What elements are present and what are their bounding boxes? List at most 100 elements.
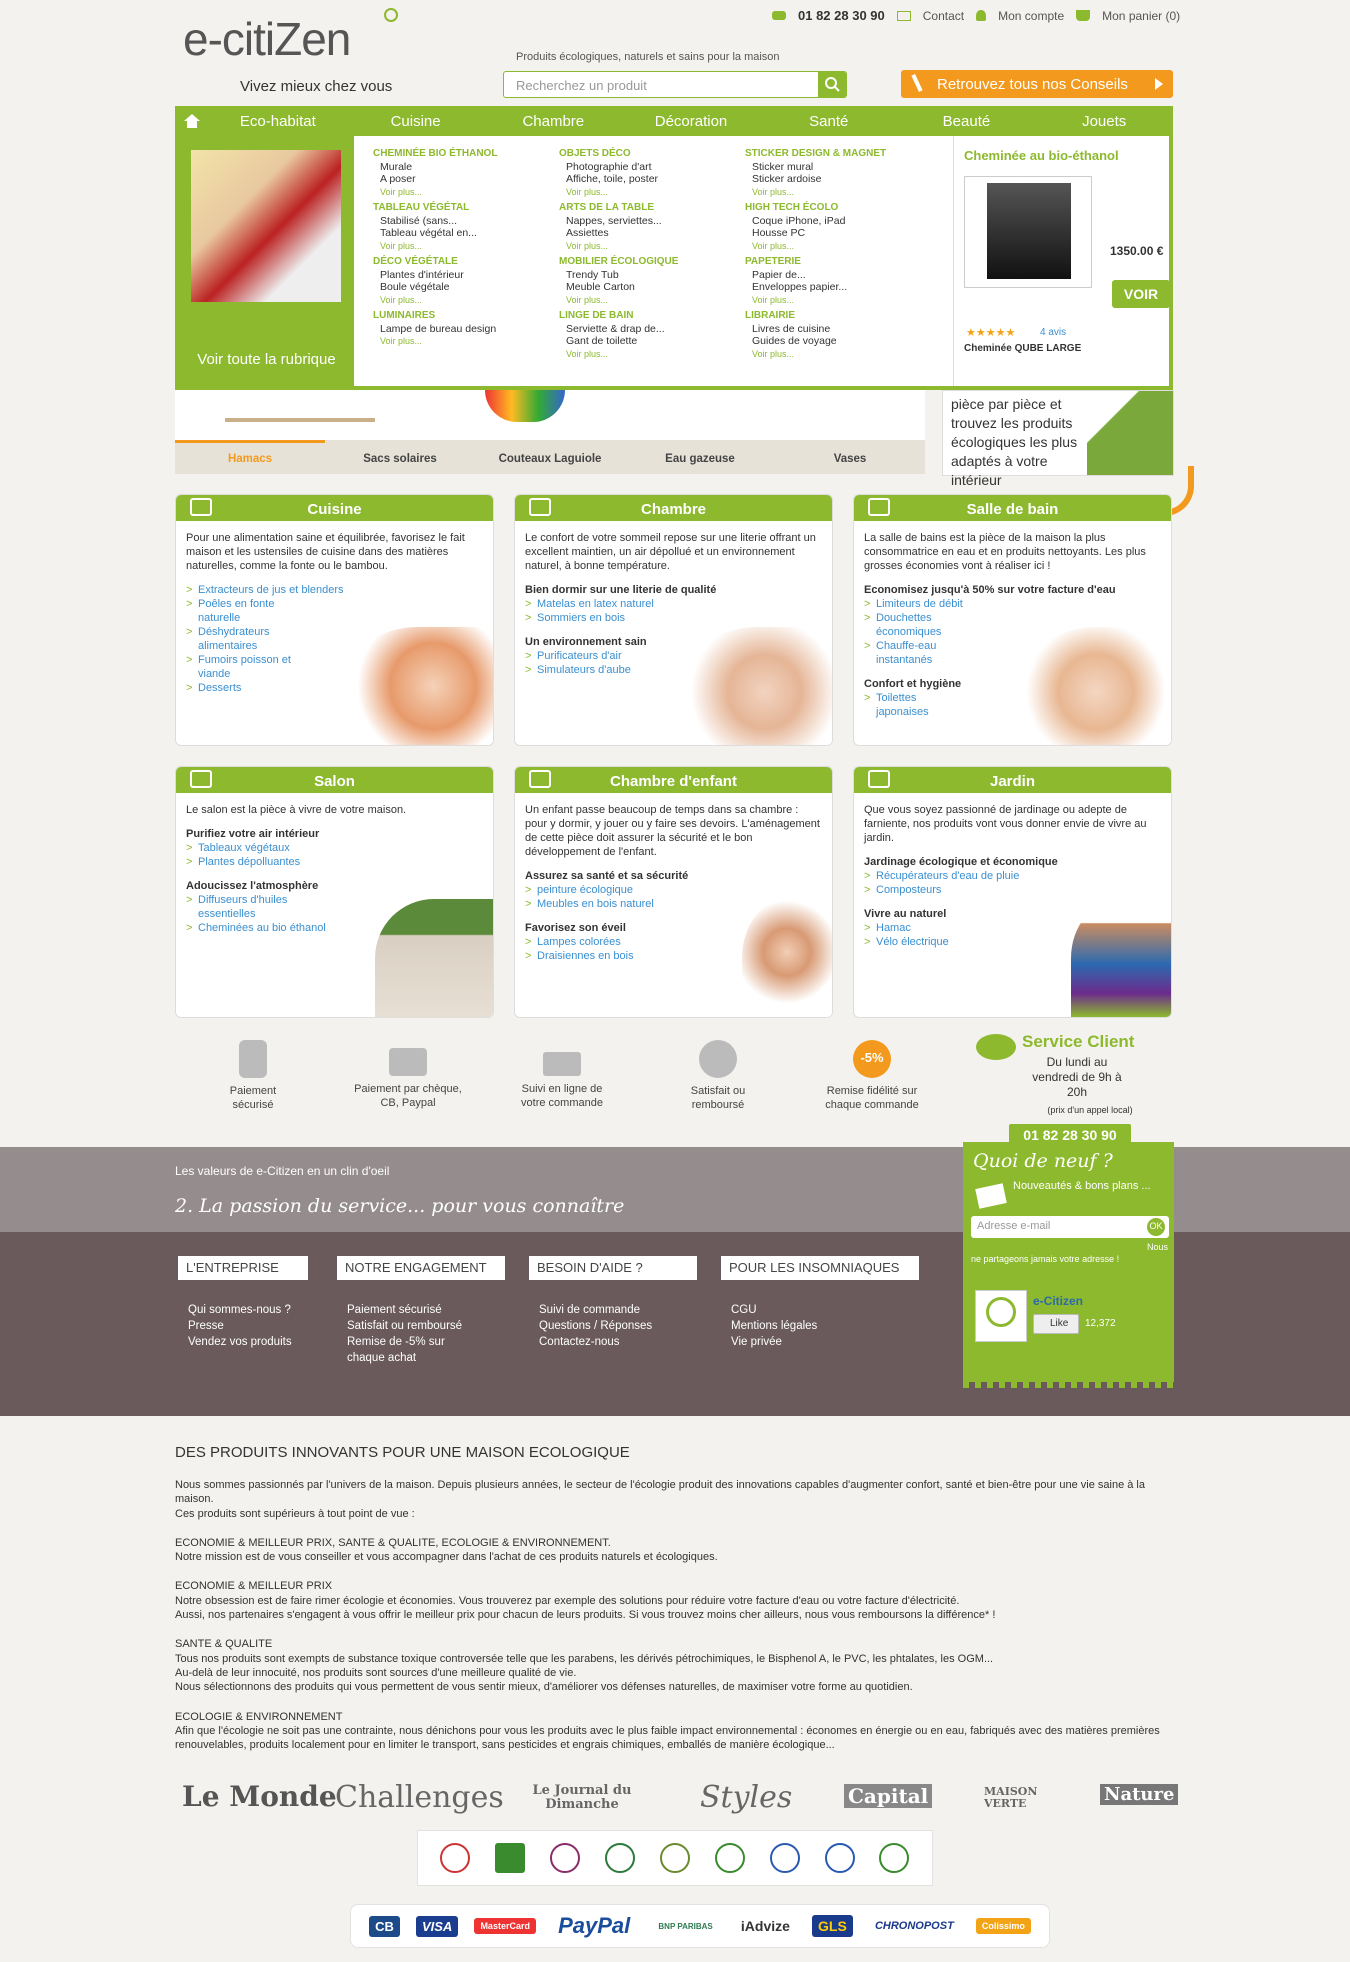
facebook-page-name[interactable]: e-Citizen: [1033, 1294, 1083, 1308]
card-header[interactable]: Salle de bain: [854, 495, 1171, 521]
nav-sante[interactable]: Santé: [760, 113, 898, 130]
mega-link[interactable]: Assiettes: [559, 227, 739, 240]
newsletter-email-input[interactable]: Adresse e-mail OK: [971, 1216, 1169, 1238]
card-header[interactable]: Jardin: [854, 767, 1171, 793]
mega-heading[interactable]: TABLEAU VÉGÉTAL: [373, 202, 553, 215]
card-link[interactable]: peinture écologique: [525, 883, 822, 897]
mega-link[interactable]: Meuble Carton: [559, 281, 739, 294]
mega-link[interactable]: Sticker mural: [745, 161, 935, 174]
contact-link[interactable]: Contact: [923, 9, 964, 23]
mega-link[interactable]: Guides de voyage: [745, 335, 935, 348]
card-link[interactable]: Plantes dépolluantes: [186, 855, 483, 869]
mega-heading[interactable]: PAPETERIE: [745, 256, 935, 269]
tab-hamacs[interactable]: Hamacs: [175, 440, 325, 474]
featured-title[interactable]: Cheminée au bio-éthanol: [954, 136, 1173, 163]
mega-link[interactable]: Trendy Tub: [559, 269, 739, 282]
see-all-category[interactable]: Voir toute la rubrique: [179, 350, 354, 370]
see-more-link[interactable]: Voir plus...: [373, 335, 553, 348]
cart-link[interactable]: Mon panier (0): [1102, 9, 1180, 23]
tab-vases[interactable]: Vases: [775, 440, 925, 474]
card-link[interactable]: Sommiers en bois: [525, 611, 822, 625]
nav-decoration[interactable]: Décoration: [622, 113, 760, 130]
card-link[interactable]: Toilettes japonaises: [864, 691, 944, 719]
see-more-link[interactable]: Voir plus...: [373, 186, 553, 199]
card-link[interactable]: Tableaux végétaux: [186, 841, 483, 855]
footer-link[interactable]: Vendez vos produits: [188, 1334, 308, 1350]
search-button[interactable]: [818, 72, 846, 97]
see-more-link[interactable]: Voir plus...: [745, 348, 935, 361]
footer-link[interactable]: Vie privée: [731, 1334, 919, 1350]
room-guide-box[interactable]: pièce par pièce et trouvez les produits …: [942, 390, 1174, 488]
mega-heading[interactable]: OBJETS DÉCO: [559, 148, 739, 161]
card-header[interactable]: Chambre: [515, 495, 832, 521]
see-more-link[interactable]: Voir plus...: [559, 240, 739, 253]
nav-cuisine[interactable]: Cuisine: [347, 113, 485, 130]
mega-link[interactable]: Nappes, serviettes...: [559, 215, 739, 228]
view-product-button[interactable]: VOIR: [1112, 280, 1170, 308]
card-link[interactable]: Limiteurs de débit: [864, 597, 1161, 611]
card-header[interactable]: Cuisine: [176, 495, 493, 521]
tab-eau-gazeuse[interactable]: Eau gazeuse: [625, 440, 775, 474]
card-link[interactable]: Déshydrateurs alimentaires: [186, 625, 306, 653]
see-more-link[interactable]: Voir plus...: [559, 186, 739, 199]
mega-link[interactable]: Enveloppes papier...: [745, 281, 935, 294]
mega-heading[interactable]: ARTS DE LA TABLE: [559, 202, 739, 215]
mega-left-panel[interactable]: Voir toute la rubrique: [179, 136, 354, 386]
mega-link[interactable]: Sticker ardoise: [745, 173, 935, 186]
see-more-link[interactable]: Voir plus...: [745, 240, 935, 253]
facebook-avatar[interactable]: [975, 1290, 1027, 1342]
card-link[interactable]: Extracteurs de jus et blenders: [186, 583, 483, 597]
hero-banner[interactable]: [175, 390, 925, 440]
mega-heading[interactable]: STICKER DESIGN & MAGNET: [745, 148, 935, 161]
card-header[interactable]: Salon: [176, 767, 493, 793]
card-link[interactable]: Matelas en latex naturel: [525, 597, 822, 611]
footer-link[interactable]: Paiement sécurisé: [347, 1302, 505, 1318]
reviews-link[interactable]: 4 avis: [1040, 327, 1066, 338]
mega-link[interactable]: Boule végétale: [373, 281, 553, 294]
nav-jouets[interactable]: Jouets: [1035, 113, 1173, 130]
card-header[interactable]: Chambre d'enfant: [515, 767, 832, 793]
card-link[interactable]: Récupérateurs d'eau de pluie: [864, 869, 1161, 883]
see-more-link[interactable]: Voir plus...: [373, 240, 553, 253]
mega-link[interactable]: Gant de toilette: [559, 335, 739, 348]
newsletter-ok-button[interactable]: OK: [1147, 1218, 1165, 1236]
mega-link[interactable]: Housse PC: [745, 227, 935, 240]
mega-link[interactable]: Stabilisé (sans...: [373, 215, 553, 228]
card-link[interactable]: Fumoirs poisson et viande: [186, 653, 306, 681]
footer-link[interactable]: Remise de -5% sur chaque achat: [347, 1334, 477, 1366]
mega-link[interactable]: Papier de...: [745, 269, 935, 282]
mega-link[interactable]: Murale: [373, 161, 553, 174]
mega-heading[interactable]: LUMINAIRES: [373, 310, 553, 323]
nav-beaute[interactable]: Beauté: [898, 113, 1036, 130]
see-more-link[interactable]: Voir plus...: [559, 294, 739, 307]
facebook-like-button[interactable]: Like: [1033, 1314, 1079, 1334]
mega-heading[interactable]: DÉCO VÉGÉTALE: [373, 256, 553, 269]
tab-couteaux-laguiole[interactable]: Couteaux Laguiole: [475, 440, 625, 474]
mega-heading[interactable]: CHEMINÉE BIO ÉTHANOL: [373, 148, 553, 161]
see-more-link[interactable]: Voir plus...: [373, 294, 553, 307]
values-headline[interactable]: 2. La passion du service... pour vous co…: [175, 1195, 624, 1217]
card-link[interactable]: Chauffe-eau instantanés: [864, 639, 964, 667]
card-link[interactable]: Diffuseurs d'huiles essentielles: [186, 893, 306, 921]
footer-link[interactable]: Presse: [188, 1318, 308, 1334]
see-more-link[interactable]: Voir plus...: [745, 186, 935, 199]
mega-link[interactable]: Plantes d'intérieur: [373, 269, 553, 282]
nav-chambre[interactable]: Chambre: [484, 113, 622, 130]
footer-link[interactable]: Questions / Réponses: [539, 1318, 697, 1334]
product-image[interactable]: [964, 176, 1092, 288]
card-link[interactable]: Douchettes économiques: [864, 611, 964, 639]
footer-link[interactable]: CGU: [731, 1302, 919, 1318]
card-link[interactable]: Poêles en fonte naturelle: [186, 597, 306, 625]
mega-heading[interactable]: HIGH TECH ÉCOLO: [745, 202, 935, 215]
conseils-button[interactable]: Retrouvez tous nos Conseils: [901, 70, 1173, 98]
account-link[interactable]: Mon compte: [998, 9, 1064, 23]
mega-link[interactable]: Coque iPhone, iPad: [745, 215, 935, 228]
card-link[interactable]: Composteurs: [864, 883, 1161, 897]
tab-sacs-solaires[interactable]: Sacs solaires: [325, 440, 475, 474]
footer-link[interactable]: Mentions légales: [731, 1318, 919, 1334]
home-button[interactable]: [175, 106, 209, 136]
mega-link[interactable]: Tableau végétal en...: [373, 227, 553, 240]
mega-link[interactable]: Livres de cuisine: [745, 323, 935, 336]
footer-link[interactable]: Contactez-nous: [539, 1334, 697, 1350]
search-input[interactable]: Recherchez un produit: [516, 78, 647, 93]
